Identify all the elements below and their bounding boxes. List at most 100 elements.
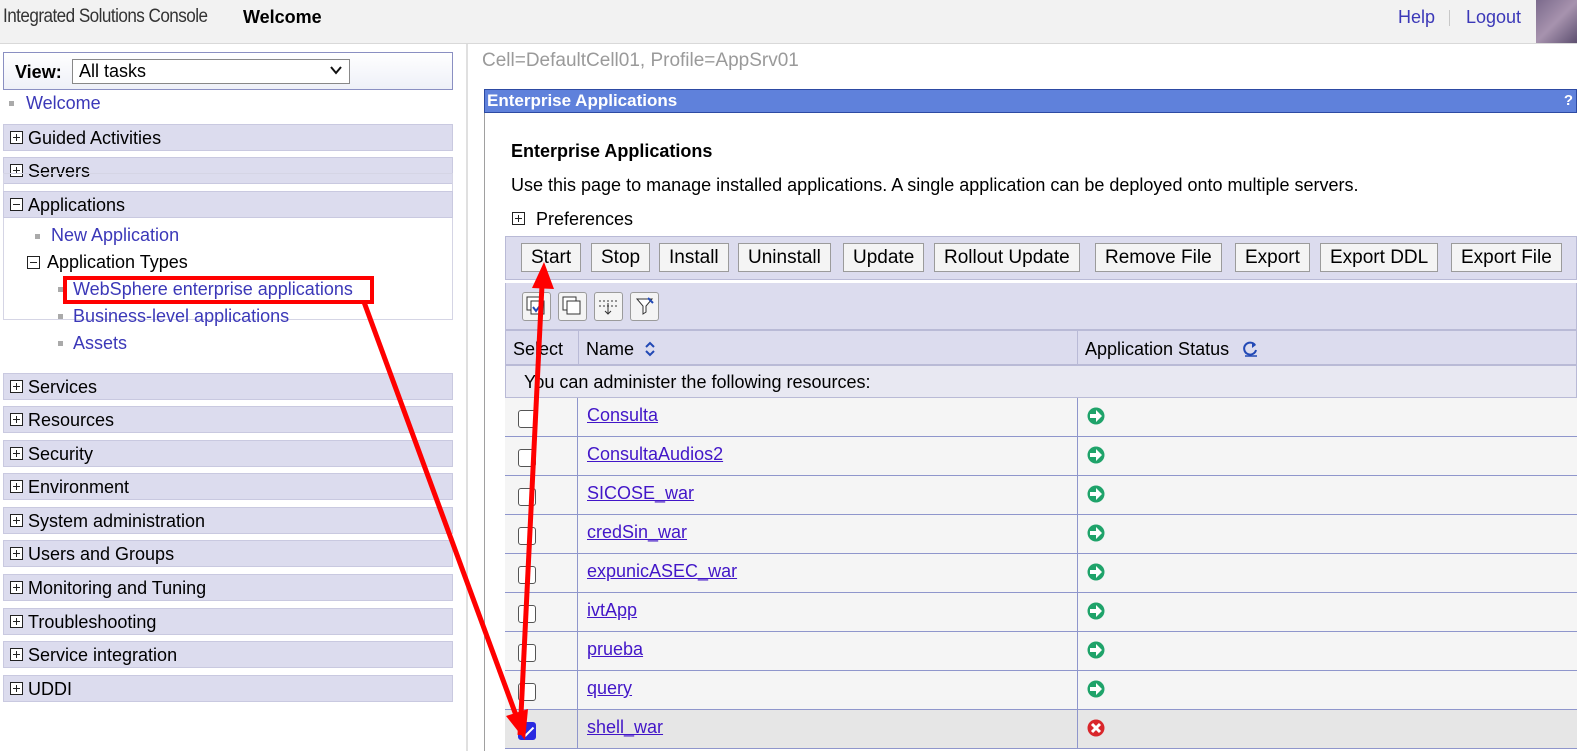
header-divider	[1449, 10, 1450, 26]
nav-new-application-link[interactable]: New Application	[51, 225, 179, 246]
bullet-icon	[58, 341, 63, 346]
nav-category-label: Troubleshooting	[28, 612, 157, 632]
uninstall-button[interactable]: Uninstall	[738, 243, 831, 272]
table-row: prueba	[505, 632, 1577, 671]
nav-category-label: Environment	[28, 477, 130, 497]
expand-filter-icon[interactable]	[594, 292, 623, 321]
nav-assets-link[interactable]: Assets	[73, 333, 127, 354]
export-ddl-button[interactable]: Export DDL	[1320, 243, 1439, 272]
scope-breadcrumb: Cell=DefaultCell01, Profile=AppSrv01	[482, 50, 799, 71]
export-file-button[interactable]: Export File	[1451, 243, 1562, 272]
nav-category-security[interactable]: Security	[3, 440, 453, 467]
nav-business-level-applications-link[interactable]: Business-level applications	[73, 306, 289, 327]
view-select-value: All tasks	[79, 61, 147, 81]
chevron-down-icon	[330, 66, 342, 75]
update-button[interactable]: Update	[843, 243, 925, 272]
nav-category-resources[interactable]: Resources	[3, 406, 453, 433]
application-link[interactable]: SICOSE_war	[587, 483, 694, 504]
stopped-status-icon	[1087, 719, 1105, 737]
table-row: credSin_war	[505, 515, 1577, 554]
row-select-checkbox[interactable]	[518, 722, 536, 740]
row-select-checkbox[interactable]	[518, 566, 536, 584]
nav-category-users-and-groups[interactable]: Users and Groups	[3, 540, 453, 567]
start-button[interactable]: Start	[521, 243, 582, 272]
nav-category-label: Resources	[28, 410, 115, 430]
table-row: SICOSE_war	[505, 476, 1577, 515]
nav-category-guided-activities[interactable]: Guided Activities	[3, 124, 453, 151]
sort-icon[interactable]	[644, 340, 656, 358]
collapse-minus-icon[interactable]	[27, 256, 40, 269]
nav-category-label: Service integration	[28, 645, 178, 665]
application-link[interactable]: credSin_war	[587, 522, 687, 543]
started-status-icon	[1087, 524, 1105, 542]
rollout-update-button[interactable]: Rollout Update	[934, 243, 1080, 272]
application-link[interactable]: query	[587, 678, 632, 699]
nav-category-label: Users and Groups	[28, 544, 175, 564]
row-select-checkbox[interactable]	[518, 683, 536, 701]
page-description: Use this page to manage installed applic…	[511, 175, 1359, 195]
row-select-checkbox[interactable]	[518, 605, 536, 623]
column-header-status[interactable]: Application Status	[1077, 330, 1577, 365]
table-row: query	[505, 671, 1577, 710]
nav-category-services[interactable]: Services	[3, 373, 453, 400]
application-link[interactable]: prueba	[587, 639, 643, 660]
view-select[interactable]: All tasks	[72, 59, 350, 84]
nav-welcome-link[interactable]: Welcome	[26, 93, 101, 114]
resources-note: You can administer the following resourc…	[505, 365, 1577, 398]
started-status-icon	[1087, 485, 1105, 503]
nav-category-service-integration[interactable]: Service integration	[3, 641, 453, 668]
nav-application-types-label[interactable]: Application Types	[47, 252, 188, 273]
nav-category-label: Security	[28, 444, 94, 464]
stop-button[interactable]: Stop	[591, 243, 651, 272]
expand-plus-icon	[10, 480, 23, 493]
install-button[interactable]: Install	[659, 243, 729, 272]
remove-file-button[interactable]: Remove File	[1095, 243, 1222, 272]
application-link[interactable]: shell_war	[587, 717, 663, 738]
application-link[interactable]: ConsultaAudios2	[587, 444, 723, 465]
nav-category-label: Services	[28, 377, 98, 397]
row-select-checkbox[interactable]	[518, 449, 536, 467]
export-button[interactable]: Export	[1235, 243, 1310, 272]
row-select-checkbox[interactable]	[518, 644, 536, 662]
nav-category-monitoring-and-tuning[interactable]: Monitoring and Tuning	[3, 574, 453, 601]
view-filter: View: All tasks	[3, 52, 453, 90]
refresh-icon[interactable]	[1241, 339, 1260, 358]
nav-websphere-enterprise-applications-link[interactable]: WebSphere enterprise applications	[73, 279, 353, 300]
logout-link[interactable]: Logout	[1466, 7, 1521, 28]
preferences-label: Preferences	[536, 209, 634, 229]
started-status-icon	[1087, 407, 1105, 425]
nav-category-troubleshooting[interactable]: Troubleshooting	[3, 608, 453, 635]
nav-category-uddi[interactable]: UDDI	[3, 675, 453, 702]
column-header-name[interactable]: Name	[578, 330, 1078, 365]
table-tool-bar	[505, 283, 1577, 330]
help-link[interactable]: Help	[1398, 7, 1435, 28]
column-header-name-label: Name	[586, 339, 635, 359]
column-header-select-label: Select	[513, 339, 564, 359]
nav-category-environment[interactable]: Environment	[3, 473, 453, 500]
portlet-title: Enterprise Applications	[487, 91, 678, 110]
expand-plus-icon	[10, 648, 23, 661]
application-link[interactable]: ivtApp	[587, 600, 637, 621]
nav-category-applications[interactable]: Applications	[3, 191, 453, 218]
deselect-all-icon[interactable]	[558, 292, 587, 321]
table-row: ConsultaAudios2	[505, 437, 1577, 476]
page-header-title: Welcome	[243, 7, 322, 27]
row-select-checkbox[interactable]	[518, 488, 536, 506]
nav-category-label: System administration	[28, 511, 206, 531]
table-row: expunicASEC_war	[505, 554, 1577, 593]
clear-filter-icon[interactable]	[630, 292, 659, 321]
select-all-icon[interactable]	[522, 292, 551, 321]
collapse-minus-icon	[10, 198, 23, 211]
preferences-toggle[interactable]: Preferences	[511, 209, 633, 230]
expand-plus-icon	[10, 581, 23, 594]
console-brand: Integrated Solutions Console	[3, 6, 208, 27]
bullet-icon	[58, 314, 63, 319]
row-select-checkbox[interactable]	[518, 527, 536, 545]
application-link[interactable]: Consulta	[587, 405, 658, 426]
expand-plus-icon	[10, 380, 23, 393]
portlet-help-icon[interactable]: ?	[1564, 92, 1573, 109]
nav-category-label: Monitoring and Tuning	[28, 578, 207, 598]
row-select-checkbox[interactable]	[518, 410, 536, 428]
nav-category-system-administration[interactable]: System administration	[3, 507, 453, 534]
application-link[interactable]: expunicASEC_war	[587, 561, 737, 582]
